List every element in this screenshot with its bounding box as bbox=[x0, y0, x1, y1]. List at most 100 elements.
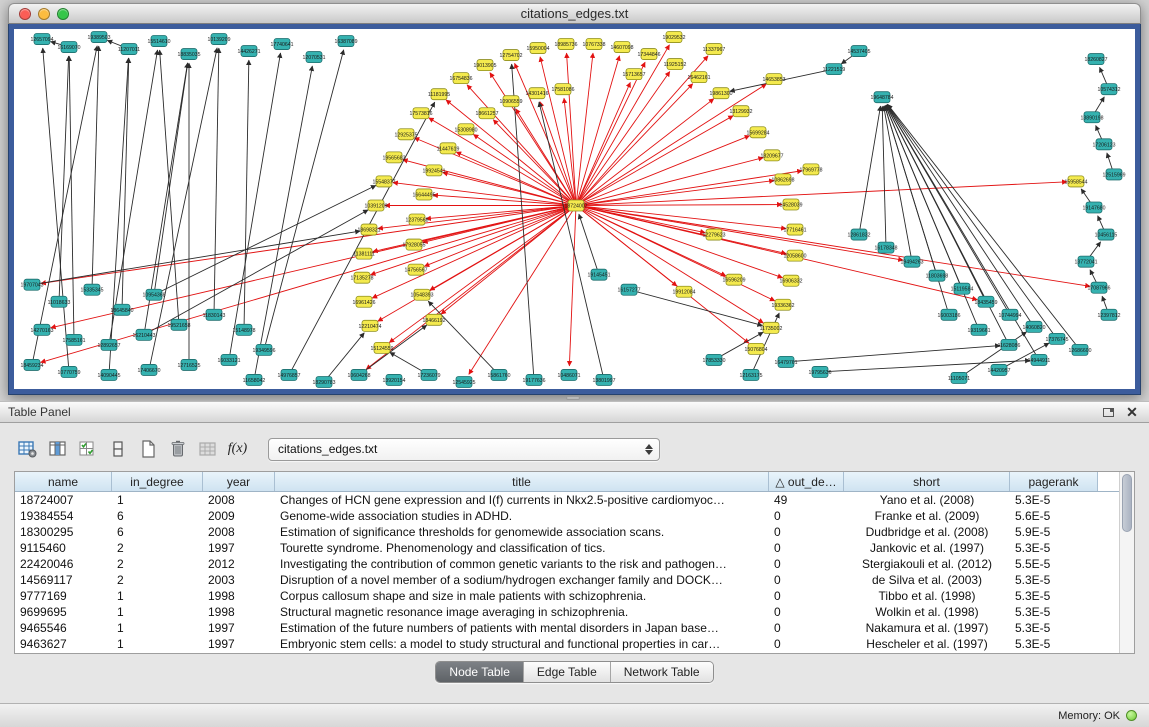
graph-node[interactable]: 11221519 bbox=[823, 64, 846, 75]
graph-node[interactable]: 18985736 bbox=[554, 39, 577, 50]
graph-node[interactable]: 14653853 bbox=[762, 74, 785, 85]
graph-node[interactable]: 19319661 bbox=[967, 324, 990, 335]
graph-node[interactable]: 15548377 bbox=[372, 176, 395, 187]
graph-node[interactable]: 17928055 bbox=[402, 239, 425, 250]
graph-node[interactable]: 12070531 bbox=[302, 52, 325, 63]
graph-node[interactable]: 15119584 bbox=[951, 283, 974, 294]
graph-node[interactable]: 17969778 bbox=[799, 164, 822, 175]
graph-node[interactable]: 17135278 bbox=[350, 272, 373, 283]
graph-node[interactable]: 14420957 bbox=[987, 364, 1010, 375]
graph-node[interactable]: 19336362 bbox=[771, 299, 794, 310]
graph-node[interactable]: 16961426 bbox=[352, 296, 375, 307]
graph-node[interactable]: 13129932 bbox=[729, 106, 752, 117]
delete-icon[interactable] bbox=[164, 437, 191, 461]
column-header-year[interactable]: year bbox=[203, 472, 275, 491]
graph-node[interactable]: 14528039 bbox=[779, 199, 802, 210]
graph-node[interactable]: 14426271 bbox=[237, 46, 260, 57]
graph-node[interactable]: 17236079 bbox=[417, 369, 440, 380]
graph-node[interactable]: 10954368 bbox=[142, 289, 165, 300]
graph-node[interactable]: 15124559 bbox=[370, 342, 393, 353]
graph-node[interactable]: 10906559 bbox=[499, 96, 522, 107]
graph-node[interactable]: 11803698 bbox=[926, 270, 949, 281]
graph-node[interactable]: 11018633 bbox=[48, 296, 71, 307]
graph-node[interactable]: 16210443 bbox=[132, 329, 155, 340]
graph-node[interactable]: 17087966 bbox=[1087, 282, 1110, 293]
graph-node[interactable]: 19795636 bbox=[808, 366, 831, 377]
graph-node[interactable]: 12657094 bbox=[30, 34, 53, 45]
graph-node[interactable]: 10574312 bbox=[1097, 84, 1120, 95]
table-row[interactable]: 2242004622012Investigating the contribut… bbox=[15, 556, 1119, 572]
graph-node[interactable]: 16387089 bbox=[334, 36, 357, 47]
graph-node[interactable]: 15308980 bbox=[454, 124, 477, 135]
graph-node[interactable]: 12925375 bbox=[394, 129, 417, 140]
graph-node[interactable]: 16178348 bbox=[874, 242, 897, 253]
graph-node[interactable]: 19029532 bbox=[662, 32, 685, 43]
column-header-in_degree[interactable]: in_degree bbox=[112, 472, 203, 491]
edit-values-icon[interactable] bbox=[74, 437, 101, 461]
graph-node[interactable]: 18209677 bbox=[760, 150, 783, 161]
graph-node[interactable]: 19494263 bbox=[900, 256, 923, 267]
table-row[interactable]: 969969511998Structural magnetic resonanc… bbox=[15, 604, 1119, 620]
graph-node[interactable]: 19707043 bbox=[20, 279, 43, 290]
graph-node[interactable]: 16169070 bbox=[57, 42, 80, 53]
table-body[interactable]: 1872400712008Changes of HCN gene express… bbox=[15, 492, 1119, 653]
graph-node[interactable]: 13801997 bbox=[592, 374, 615, 385]
graph-node[interactable]: 14976857 bbox=[277, 369, 300, 380]
graph-node[interactable]: 15713657 bbox=[622, 69, 645, 80]
graph-node[interactable]: 14607098 bbox=[610, 42, 633, 53]
graph-node[interactable]: 18698321 bbox=[357, 224, 380, 235]
graph-node[interactable]: 15699284 bbox=[746, 127, 769, 138]
graph-node[interactable]: 15076804 bbox=[744, 343, 767, 354]
graph-node[interactable]: 17376745 bbox=[1045, 333, 1068, 344]
graph-node[interactable]: 10770759 bbox=[57, 366, 80, 377]
graph-node[interactable]: 18645840 bbox=[110, 304, 133, 315]
graph-node[interactable]: 17206123 bbox=[1092, 139, 1115, 150]
graph-node[interactable]: 10548393 bbox=[410, 289, 433, 300]
graph-node[interactable]: 15950004 bbox=[526, 43, 549, 54]
table-selector-dropdown[interactable]: citations_edges.txt bbox=[268, 438, 660, 461]
graph-node[interactable]: 12058600 bbox=[783, 250, 806, 261]
graph-node[interactable]: 14944911 bbox=[1028, 354, 1051, 365]
graph-node[interactable]: 18466192 bbox=[422, 314, 445, 325]
graph-node[interactable]: 15958544 bbox=[1064, 176, 1087, 187]
graph-node[interactable]: 11381111 bbox=[353, 248, 375, 259]
graph-node[interactable]: 10604268 bbox=[347, 369, 370, 380]
graph-node[interactable]: 10862698 bbox=[771, 174, 794, 185]
graph-node[interactable]: 19349596 bbox=[252, 344, 275, 355]
table-row[interactable]: 946362711997Embryonic stem cells: a mode… bbox=[15, 636, 1119, 652]
graph-node[interactable]: 11735002 bbox=[760, 322, 783, 333]
graph-node[interactable]: 17344846 bbox=[637, 49, 660, 60]
table-row[interactable]: 1872400712008Changes of HCN gene express… bbox=[15, 492, 1119, 508]
graph-node[interactable]: 11207011 bbox=[118, 44, 140, 55]
zoom-window-button[interactable] bbox=[57, 8, 69, 20]
table-row[interactable]: 946554611997Estimation of the future num… bbox=[15, 620, 1119, 636]
graph-node[interactable]: 11830143 bbox=[203, 309, 226, 320]
graph-node[interactable]: 16479761 bbox=[774, 356, 797, 367]
graph-node[interactable]: 11105071 bbox=[948, 372, 970, 383]
graph-node[interactable]: 19013905 bbox=[473, 60, 496, 71]
graph-node[interactable]: 16596209 bbox=[722, 274, 745, 285]
float-panel-icon[interactable] bbox=[1099, 404, 1117, 420]
graph-node[interactable]: 16033121 bbox=[217, 354, 240, 365]
table-settings-icon[interactable] bbox=[14, 437, 41, 461]
graph-node[interactable]: 12515969 bbox=[1102, 169, 1125, 180]
graph-node[interactable]: 19145451 bbox=[587, 269, 610, 280]
graph-node[interactable]: 12716525 bbox=[177, 359, 200, 370]
column-header-name[interactable]: name bbox=[15, 472, 112, 491]
graph-node[interactable]: 11447619 bbox=[437, 143, 460, 154]
graph-node[interactable]: 16644495 bbox=[412, 189, 435, 200]
tab-network-table[interactable]: Network Table bbox=[610, 662, 713, 682]
select-columns-icon[interactable] bbox=[44, 437, 71, 461]
row-view-icon[interactable] bbox=[104, 437, 131, 461]
column-header-pagerank[interactable]: pagerank bbox=[1010, 472, 1098, 491]
tab-edge-table[interactable]: Edge Table bbox=[523, 662, 610, 682]
import-table-icon[interactable] bbox=[194, 437, 221, 461]
graph-node[interactable]: 13920154 bbox=[382, 374, 405, 385]
graph-node[interactable]: 15148978 bbox=[232, 324, 255, 335]
graph-node[interactable]: 15335345 bbox=[80, 284, 103, 295]
graph-node[interactable]: 12861832 bbox=[847, 229, 870, 240]
scrollbar-thumb[interactable] bbox=[1122, 474, 1132, 532]
graph-node[interactable]: 19912084 bbox=[672, 286, 695, 297]
graph-node[interactable]: 18835035 bbox=[177, 49, 200, 60]
column-header-out_de[interactable]: △ out_de… bbox=[769, 472, 844, 491]
